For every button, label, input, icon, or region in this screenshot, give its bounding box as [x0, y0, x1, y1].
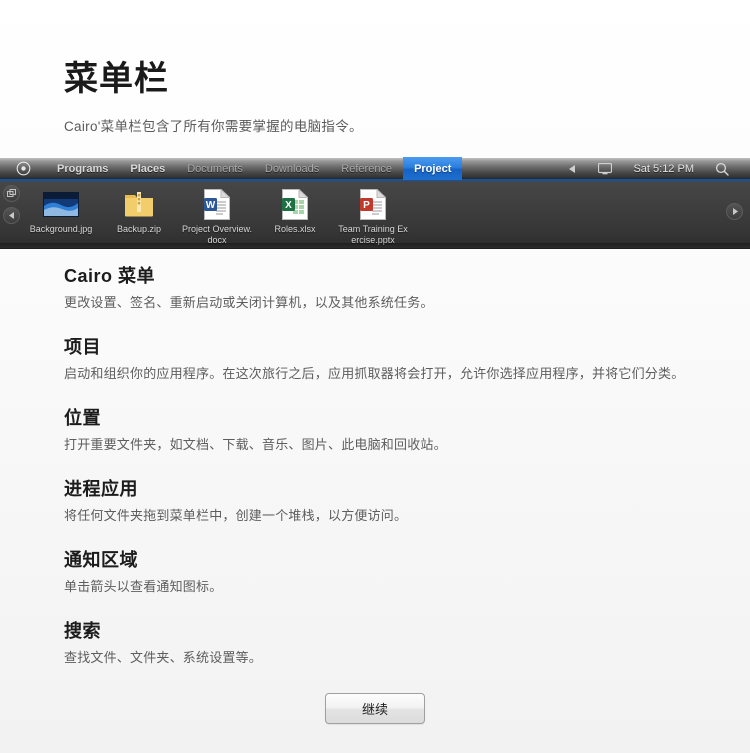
svg-text:X: X: [285, 200, 292, 211]
feature-sections: Cairo 菜单 更改设置、签名、重新启动或关闭计算机，以及其他系统任务。 项目…: [0, 262, 750, 668]
section-body: 打开重要文件夹，如文档、下载、音乐、图片、此电脑和回收站。: [64, 437, 447, 452]
menubar-item-programs[interactable]: Programs: [46, 157, 119, 180]
menubar-preview: Programs Places Documents Downloads Refe…: [0, 157, 750, 249]
menubar-tray: Sat 5:12 PM: [558, 162, 750, 176]
monitor-icon[interactable]: [587, 162, 623, 175]
menubar-item-places[interactable]: Places: [119, 157, 176, 180]
search-icon[interactable]: [704, 162, 740, 176]
intro-block: 菜单栏 Cairo'菜单栏包含了所有你需要掌握的电脑指令。: [0, 0, 750, 135]
page-subtitle: Cairo'菜单栏包含了所有你需要掌握的电脑指令。: [64, 118, 363, 134]
section-places: 位置 打开重要文件夹，如文档、下载、音乐、图片、此电脑和回收站。: [64, 404, 694, 455]
section-title: 项目: [64, 337, 101, 357]
menubar-item-project[interactable]: Project: [403, 157, 463, 180]
section-title: 位置: [64, 408, 101, 428]
section-stacks: 进程应用 将任何文件夹拖到菜单栏中，创建一个堆栈，以方便访问。: [64, 475, 694, 526]
menubar-clock[interactable]: Sat 5:12 PM: [623, 163, 704, 175]
section-cairo-menu: Cairo 菜单 更改设置、签名、重新启动或关闭计算机，以及其他系统任务。: [64, 262, 694, 313]
section-title: 搜索: [64, 621, 101, 641]
zip-file-icon: [100, 187, 178, 221]
dock-file-label: Background.jpg: [29, 224, 93, 234]
section-title: 进程应用: [64, 479, 138, 499]
section-title: Cairo 菜单: [64, 266, 156, 286]
section-notification-area: 通知区域 单击箭头以查看通知图标。: [64, 546, 694, 597]
word-file-icon: W: [178, 187, 256, 221]
dock-stack: Background.jpg Backup.zip W Project Over…: [0, 181, 750, 249]
dock-file-item[interactable]: Background.jpg: [22, 184, 100, 235]
menubar-item-reference[interactable]: Reference: [330, 157, 403, 180]
section-body: 更改设置、签名、重新启动或关闭计算机，以及其他系统任务。: [64, 295, 434, 310]
dock-file-item[interactable]: X Roles.xlsx: [256, 184, 334, 235]
section-body: 启动和组织你的应用程序。在这次旅行之后，应用抓取器将会打开，允许你选择应用程序，…: [64, 366, 685, 381]
dock-file-label: Project Overview.docx: [181, 224, 253, 245]
svg-text:P: P: [363, 200, 370, 211]
dock-file-item[interactable]: P Team Training Exercise.pptx: [334, 184, 412, 246]
menubar-item-documents[interactable]: Documents: [176, 157, 254, 180]
left-arrow-icon[interactable]: [558, 164, 587, 173]
windows-stack-icon[interactable]: [3, 185, 20, 202]
dock-file-list: Background.jpg Backup.zip W Project Over…: [22, 184, 412, 246]
excel-file-icon: X: [256, 187, 334, 221]
powerpoint-file-icon: P: [334, 187, 412, 221]
continue-button[interactable]: 继续: [325, 693, 425, 724]
svg-text:W: W: [206, 200, 216, 211]
image-file-icon: [22, 187, 100, 221]
section-body: 查找文件、文件夹、系统设置等。: [64, 650, 263, 665]
section-title: 通知区域: [64, 550, 138, 570]
section-body: 将任何文件夹拖到菜单栏中，创建一个堆栈，以方便访问。: [64, 508, 408, 523]
footer: 继续: [0, 693, 750, 724]
onboarding-page: 菜单栏 Cairo'菜单栏包含了所有你需要掌握的电脑指令。 Programs P…: [0, 0, 750, 753]
dock-file-item[interactable]: W Project Overview.docx: [178, 184, 256, 246]
page-title: 菜单栏: [64, 60, 169, 98]
section-programs: 项目 启动和组织你的应用程序。在这次旅行之后，应用抓取器将会打开，允许你选择应用…: [64, 333, 694, 384]
dock-file-label: Roles.xlsx: [274, 224, 316, 234]
menubar: Programs Places Documents Downloads Refe…: [0, 157, 750, 181]
cairo-logo-icon[interactable]: [0, 161, 46, 176]
dock-scroll-right-button[interactable]: [726, 203, 743, 220]
dock-file-label: Backup.zip: [116, 224, 162, 234]
section-search: 搜索 查找文件、文件夹、系统设置等。: [64, 617, 694, 668]
dock-file-label: Team Training Exercise.pptx: [338, 224, 408, 245]
section-body: 单击箭头以查看通知图标。: [64, 579, 223, 594]
menubar-items: Programs Places Documents Downloads Refe…: [46, 157, 463, 180]
menubar-item-downloads[interactable]: Downloads: [254, 157, 330, 180]
dock-scroll-left-button[interactable]: [3, 207, 20, 224]
dock-file-item[interactable]: Backup.zip: [100, 184, 178, 235]
